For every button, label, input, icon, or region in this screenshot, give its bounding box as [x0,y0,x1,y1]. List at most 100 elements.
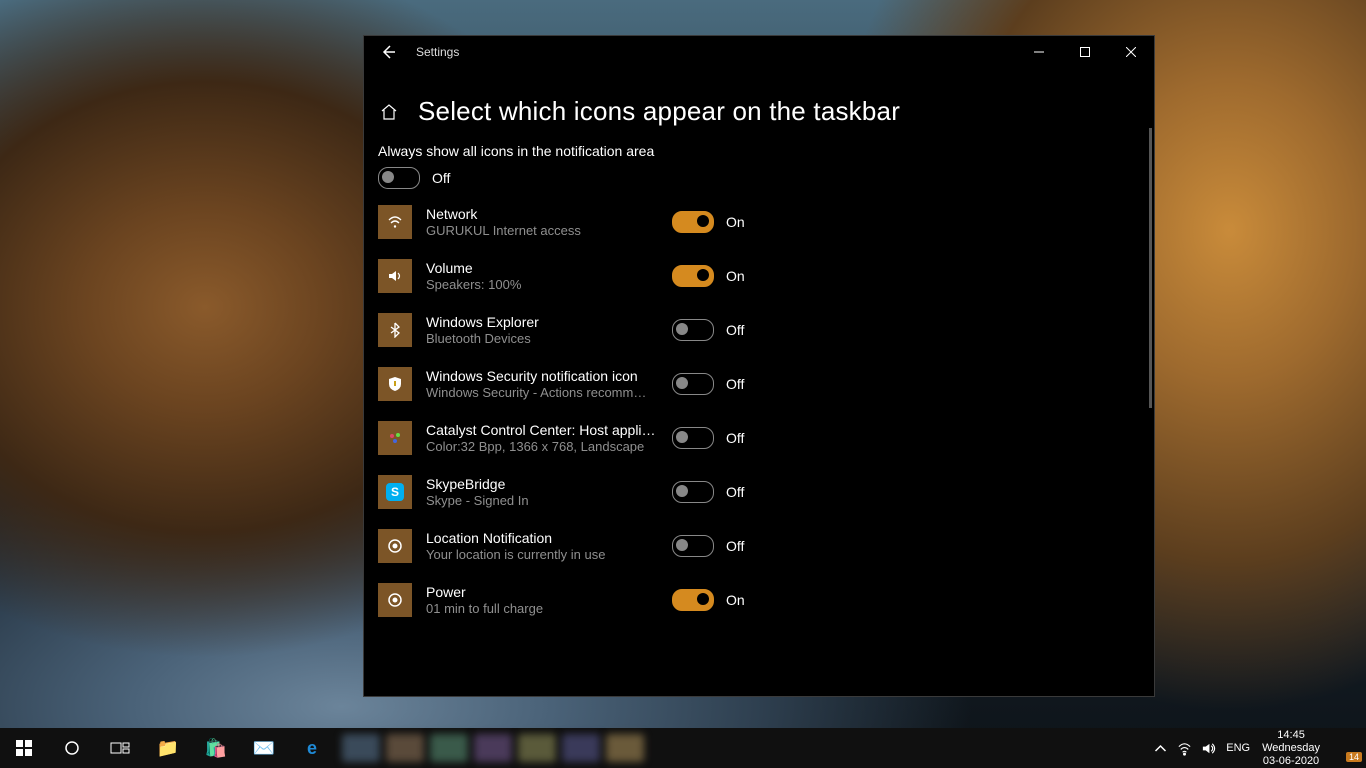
item-subtitle: Windows Security - Actions recomm… [426,385,658,400]
list-item: NetworkGURUKUL Internet accessOn [378,205,1140,239]
item-title: Windows Explorer [426,314,658,330]
power-icon [378,583,412,617]
window-title: Settings [412,45,459,59]
wifi-icon [1177,741,1192,756]
item-toggle[interactable] [672,535,714,557]
tray-wifi-button[interactable] [1172,728,1196,768]
item-text: Catalyst Control Center: Host applic…Col… [426,422,658,454]
tray-overflow-button[interactable] [1148,728,1172,768]
item-toggle[interactable] [672,373,714,395]
item-text: SkypeBridgeSkype - Signed In [426,476,658,508]
cortana-button[interactable] [48,728,96,768]
maximize-icon [1080,47,1090,57]
windows-icon [16,740,32,756]
master-toggle-label: Always show all icons in the notificatio… [378,143,1140,159]
edge-app[interactable]: e [288,728,336,768]
list-item: Windows Security notification iconWindow… [378,367,1140,401]
item-title: SkypeBridge [426,476,658,492]
skype-icon: S [378,475,412,509]
item-title: Network [426,206,658,222]
list-item: Location NotificationYour location is cu… [378,529,1140,563]
item-toggle[interactable] [672,265,714,287]
icon-list: NetworkGURUKUL Internet accessOnVolumeSp… [378,205,1140,617]
item-text: Power01 min to full charge [426,584,658,616]
list-item: Windows ExplorerBluetooth Devices Off [378,313,1140,347]
task-view-button[interactable] [96,728,144,768]
store-icon: 🛍️ [205,738,227,759]
home-button[interactable] [378,101,400,123]
home-icon [380,103,398,121]
item-toggle[interactable] [672,211,714,233]
minimize-button[interactable] [1016,36,1062,68]
item-toggle[interactable] [672,319,714,341]
item-subtitle: Your location is currently in use [426,547,658,562]
bluetooth-icon [378,313,412,347]
notification-badge: 14 [1346,752,1362,762]
start-button[interactable] [0,728,48,768]
edge-icon: e [307,738,317,759]
running-apps-blurred [342,734,644,762]
item-toggle-state: On [726,592,745,608]
task-view-icon [110,740,130,756]
item-toggle-state: Off [726,430,744,446]
item-title: Location Notification [426,530,658,546]
store-app[interactable]: 🛍️ [192,728,240,768]
item-subtitle: GURUKUL Internet access [426,223,658,238]
item-subtitle: Skype - Signed In [426,493,658,508]
action-center-button[interactable]: 14 [1326,728,1366,768]
titlebar: Settings [364,36,1154,68]
catalyst-icon [378,421,412,455]
item-title: Power [426,584,658,600]
arrow-left-icon [380,44,396,60]
item-toggle[interactable] [672,427,714,449]
mail-app[interactable]: ✉️ [240,728,288,768]
item-toggle-state: Off [726,322,744,338]
item-title: Catalyst Control Center: Host applic… [426,422,658,438]
tray-time: 14:45 [1262,729,1320,742]
location-icon [378,529,412,563]
volume-icon [378,259,412,293]
item-text: VolumeSpeakers: 100% [426,260,658,292]
item-subtitle: Color:32 Bpp, 1366 x 768, Landscape [426,439,658,454]
master-toggle-state: Off [432,170,450,186]
action-center-icon [1326,728,1366,768]
item-text: Windows ExplorerBluetooth Devices [426,314,658,346]
page-heading: Select which icons appear on the taskbar [418,96,900,127]
shield-icon [378,367,412,401]
tray-volume-button[interactable] [1196,728,1220,768]
list-item: VolumeSpeakers: 100%On [378,259,1140,293]
scrollbar[interactable] [1149,128,1152,408]
file-explorer-app[interactable]: 📁 [144,728,192,768]
wifi-icon [378,205,412,239]
item-subtitle: Speakers: 100% [426,277,658,292]
item-title: Windows Security notification icon [426,368,658,384]
list-item: S SkypeBridgeSkype - Signed In Off [378,475,1140,509]
chevron-up-icon [1153,741,1168,756]
item-toggle[interactable] [672,589,714,611]
minimize-icon [1034,47,1044,57]
settings-window: Settings Select which icons appear on th… [363,35,1155,697]
list-item: Power01 min to full charge On [378,583,1140,617]
tray-date: 03-06-2020 [1262,755,1320,768]
taskbar: 📁 🛍️ ✉️ e ENG 14:45 Wednesday 03-06-2020… [0,728,1366,768]
maximize-button[interactable] [1062,36,1108,68]
close-button[interactable] [1108,36,1154,68]
item-toggle-state: Off [726,484,744,500]
item-text: Location NotificationYour location is cu… [426,530,658,562]
cortana-icon [64,740,80,756]
item-subtitle: 01 min to full charge [426,601,658,616]
tray-language[interactable]: ENG [1220,742,1256,755]
tray-clock[interactable]: 14:45 Wednesday 03-06-2020 [1256,729,1326,768]
item-text: NetworkGURUKUL Internet access [426,206,658,238]
item-title: Volume [426,260,658,276]
folder-icon: 📁 [157,738,179,759]
volume-icon [1201,741,1216,756]
item-toggle[interactable] [672,481,714,503]
back-button[interactable] [364,36,412,68]
item-text: Windows Security notification iconWindow… [426,368,658,400]
master-toggle[interactable] [378,167,420,189]
tray-day: Wednesday [1262,742,1320,755]
window-content: Select which icons appear on the taskbar… [364,68,1154,696]
item-toggle-state: Off [726,376,744,392]
list-item: Catalyst Control Center: Host applic…Col… [378,421,1140,455]
